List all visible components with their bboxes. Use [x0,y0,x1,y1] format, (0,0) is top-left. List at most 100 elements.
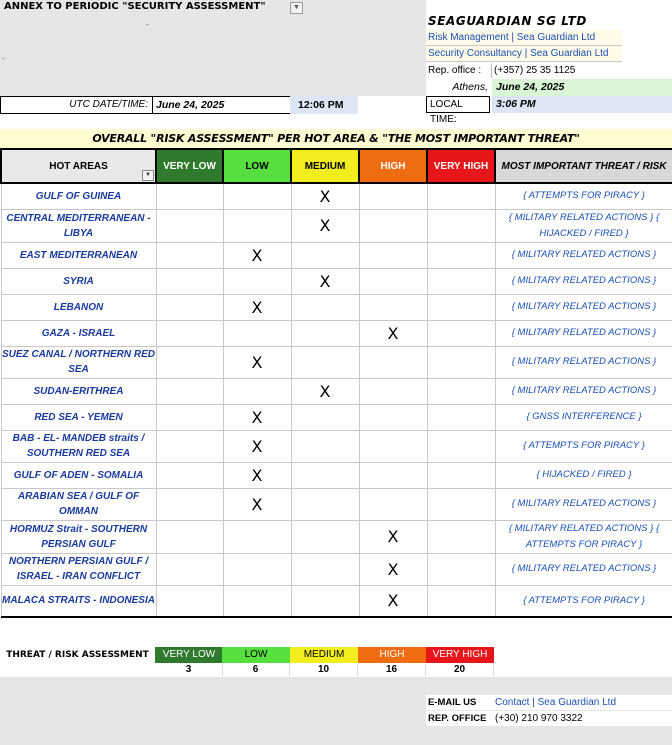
threat-link[interactable]: { MILITARY RELATED ACTIONS } [494,377,672,405]
risk-cell-high [358,267,428,295]
risk-cell-very-low [155,461,224,489]
table-header-row: HOT AREAS ▼ VERY LOW LOW MEDIUM HIGH VER… [0,148,672,184]
header-background [0,0,426,96]
risk-cell-low: X [222,293,292,321]
risk-cell-medium [290,429,360,463]
threat-link[interactable]: { MILITARY RELATED ACTIONS } [494,293,672,321]
risk-cell-high [358,461,428,489]
company-name: SEAGUARDIAN SG LTD [428,14,587,28]
filter-dropdown-button[interactable]: ▼ [142,170,154,181]
risk-cell-very-low [155,403,224,431]
risk-cell-high [358,429,428,463]
risk-cell-very-low [155,208,224,243]
local-time-label: LOCAL TIME: [426,96,490,125]
header-threat: MOST IMPORTANT THREAT / RISK [494,148,672,184]
risk-cell-high [358,403,428,431]
threat-link[interactable]: { MILITARY RELATED ACTIONS } [494,319,672,347]
risk-cell-medium [290,552,360,586]
hot-area-name: RED SEA - YEMEN [0,403,157,431]
risk-cell-very-high [426,429,496,463]
legend-value: 20 [426,663,494,677]
hot-area-name: GAZA - ISRAEL [0,319,157,347]
threat-link[interactable]: { GNSS INTERFERENCE } [494,403,672,431]
risk-cell-high: X [358,519,428,554]
email-link[interactable]: Contact | Sea Guardian Ltd [492,695,672,710]
threat-link[interactable]: { HIJACKED / FIRED } [494,461,672,489]
risk-cell-very-low [155,552,224,586]
header-medium: MEDIUM [290,148,360,184]
utc-time: 12:06 PM [290,96,358,114]
overall-title: OVERALL "RISK ASSESSMENT" PER HOT AREA &… [0,129,672,148]
hot-area-name: HORMUZ Strait - SOUTHERN PERSIAN GULF [0,519,157,554]
legend-low: LOW [222,647,290,663]
hot-area-name: SYRIA [0,267,157,295]
threat-link[interactable]: { ATTEMPTS FOR PIRACY } [494,182,672,210]
risk-cell-medium: X [290,377,360,405]
risk-cell-very-low [155,519,224,554]
risk-cell-medium [290,487,360,521]
risk-management-link[interactable]: Risk Management | Sea Guardian Ltd [426,30,622,46]
risk-cell-high [358,487,428,521]
legend-high: HIGH [358,647,426,663]
threat-link[interactable]: { MILITARY RELATED ACTIONS } { ATTEMPTS … [494,519,672,554]
legend-very-low: VERY LOW [155,647,223,663]
table-row: MALACA STRAITS - INDONESIA X { ATTEMPTS FO… [0,584,672,618]
risk-cell-high: X [358,552,428,586]
risk-cell-medium: X [290,208,360,243]
threat-link[interactable]: { ATTEMPTS FOR PIRACY } [494,584,672,618]
table-row: SUDAN-ERITHREA X { MILITARY RELATED ACTION… [0,377,672,405]
table-row: BAB - EL- MANDEB straits / SOUTHERN RED … [0,429,672,463]
athens-label: Athens, [426,79,492,96]
threat-link[interactable]: { ATTEMPTS FOR PIRACY } [494,429,672,463]
hot-area-name: MALACA STRAITS - INDONESIA [0,584,157,618]
security-consultancy-link[interactable]: Security Consultancy | Sea Guardian Ltd [426,46,622,62]
risk-cell-medium [290,345,360,379]
table-row: GAZA - ISRAEL X { MILITARY RELATED ACTIONS… [0,319,672,347]
table-row: RED SEA - YEMEN X { GNSS INTERFERENCE } [0,403,672,431]
legend-very-high: VERY HIGH [426,647,494,663]
hot-area-name: CENTRAL MEDITERRANEAN - LIBYA [0,208,157,243]
athens-date: June 24, 2025 [492,79,672,96]
legend-value: 6 [222,663,290,677]
risk-cell-high [358,241,428,269]
annex-dropdown-button[interactable]: ▼ [290,2,303,14]
hot-area-name: GULF OF ADEN - SOMALIA [0,461,157,489]
table-row: NORTHERN PERSIAN GULF / ISRAEL - IRAN CO… [0,552,672,586]
risk-cell-low [222,208,292,243]
hot-area-name: LEBANON [0,293,157,321]
risk-cell-very-high [426,319,496,347]
threat-link[interactable]: { MILITARY RELATED ACTIONS } { HIJACKED … [494,208,672,243]
risk-cell-medium [290,461,360,489]
risk-cell-high [358,345,428,379]
risk-cell-low: X [222,403,292,431]
risk-cell-very-low [155,487,224,521]
table-row: ARABIAN SEA / GULF OF OMMAN X { MILITARY R… [0,487,672,521]
chevron-down-icon: ▼ [293,4,300,11]
risk-cell-very-high [426,293,496,321]
header-hot-areas-label: HOT AREAS [49,160,108,172]
risk-cell-very-low [155,267,224,295]
threat-link[interactable]: { MILITARY RELATED ACTIONS } [494,487,672,521]
risk-cell-very-high [426,208,496,243]
threat-link[interactable]: { MILITARY RELATED ACTIONS } [494,241,672,269]
table-row: GULF OF GUINEA X { ATTEMPTS FOR PIRACY } [0,182,672,210]
risk-cell-medium [290,319,360,347]
table-row: HORMUZ Strait - SOUTHERN PERSIAN GULF X { … [0,519,672,554]
risk-cell-very-high [426,584,496,618]
risk-cell-high [358,293,428,321]
rep-office-footer-label: REP. OFFICE [426,711,492,726]
table-row: EAST MEDITERRANEAN X { MILITARY RELATED AC… [0,241,672,269]
risk-cell-low [222,319,292,347]
chevron-down-icon: ▼ [145,172,151,178]
risk-cell-medium: X [290,182,360,210]
risk-cell-medium [290,293,360,321]
table-row: GULF OF ADEN - SOMALIA X { HIJACKED / FIRE… [0,461,672,489]
threat-link[interactable]: { MILITARY RELATED ACTIONS } [494,267,672,295]
risk-cell-very-high [426,182,496,210]
table-row: LEBANON X { MILITARY RELATED ACTIONS } [0,293,672,321]
rep-office-phone: (+357) 25 35 1125 [494,65,576,76]
risk-cell-medium: X [290,267,360,295]
threat-link[interactable]: { MILITARY RELATED ACTIONS } [494,552,672,586]
risk-cell-very-high [426,552,496,586]
threat-link[interactable]: { MILITARY RELATED ACTIONS } [494,345,672,379]
